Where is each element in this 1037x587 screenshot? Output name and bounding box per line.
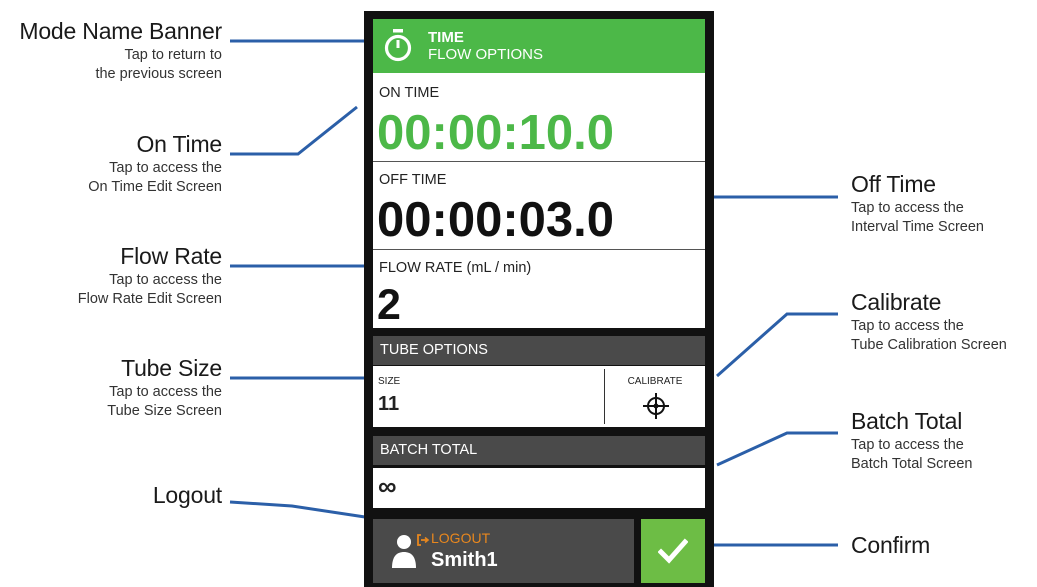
callout-description: Tap to access the On Time Edit Screen bbox=[88, 159, 222, 197]
off-time-label: OFF TIME bbox=[379, 172, 447, 188]
tube-size-field[interactable]: SIZE 11 bbox=[373, 366, 604, 427]
mode-subtitle: FLOW OPTIONS bbox=[428, 46, 544, 63]
flow-rate-value: 2 bbox=[377, 281, 401, 329]
time-settings-panel: ON TIME 00:00:10.0 OFF TIME 00:00:03.0 F… bbox=[373, 73, 705, 328]
on-time-value: 00:00:10.0 bbox=[377, 106, 615, 160]
checkmark-icon bbox=[658, 538, 688, 564]
callout-line: Tube Calibration Screen bbox=[851, 337, 1007, 354]
tube-options-row: SIZE 11 CALIBRATE bbox=[373, 366, 705, 427]
flow-rate-field[interactable]: FLOW RATE (mL / min) 2 bbox=[373, 250, 705, 328]
device-screen: TIME FLOW OPTIONS ON TIME 00:00:10.0 OFF… bbox=[364, 11, 714, 587]
connector-batch-total bbox=[716, 431, 838, 467]
mode-name: TIME bbox=[428, 29, 464, 46]
callout-line: Tap to access the bbox=[851, 200, 964, 217]
callout-line: the previous screen bbox=[95, 66, 222, 83]
callout-description: Tap to access the Tube Calibration Scree… bbox=[851, 317, 1007, 355]
callout-description: Tap to access the Batch Total Screen bbox=[851, 436, 972, 474]
tube-size-label: SIZE bbox=[378, 376, 401, 387]
callout-title: Calibrate bbox=[851, 289, 942, 315]
batch-total-header: BATCH TOTAL bbox=[373, 436, 705, 465]
callout-tube-size: Tube Size Tap to access the Tube Size Sc… bbox=[107, 355, 222, 421]
tube-options-header: TUBE OPTIONS bbox=[373, 336, 705, 365]
callout-line: Flow Rate Edit Screen bbox=[77, 291, 222, 308]
callout-line: Tap to access the bbox=[109, 160, 222, 177]
callout-line: Tap to access the bbox=[851, 318, 964, 335]
callout-title: Mode Name Banner bbox=[19, 18, 222, 44]
calibrate-button[interactable]: CALIBRATE bbox=[605, 366, 705, 427]
logout-button[interactable]: LOGOUT Smith1 bbox=[373, 519, 634, 583]
batch-total-title: BATCH TOTAL bbox=[380, 442, 478, 458]
logout-label: LOGOUT bbox=[431, 530, 491, 546]
off-time-value: 00:00:03.0 bbox=[377, 193, 615, 247]
on-time-field[interactable]: ON TIME 00:00:10.0 bbox=[373, 73, 705, 161]
callout-confirm: Confirm bbox=[851, 532, 931, 558]
callout-line: Tap to access the bbox=[109, 384, 222, 401]
callout-title: Off Time bbox=[851, 171, 936, 197]
callout-calibrate: Calibrate Tap to access the Tube Calibra… bbox=[851, 289, 1007, 355]
callout-off-time: Off Time Tap to access the Interval Time… bbox=[851, 171, 984, 237]
confirm-button[interactable] bbox=[641, 519, 705, 583]
off-time-field[interactable]: OFF TIME 00:00:03.0 bbox=[373, 162, 705, 249]
callout-logout: Logout bbox=[152, 482, 222, 508]
callout-flow-rate: Flow Rate Tap to access the Flow Rate Ed… bbox=[78, 243, 222, 309]
callout-on-time: On Time Tap to access the On Time Edit S… bbox=[88, 131, 222, 197]
callout-title: Flow Rate bbox=[120, 243, 222, 269]
callout-title: On Time bbox=[136, 131, 222, 157]
tube-size-value: 11 bbox=[378, 393, 400, 415]
connector-on-time bbox=[230, 105, 358, 156]
callout-line: Batch Total Screen bbox=[851, 456, 973, 473]
callout-title: Batch Total bbox=[851, 408, 963, 434]
callout-description: Tap to return to the previous screen bbox=[19, 46, 222, 84]
connector-calibrate bbox=[716, 312, 838, 378]
callout-title: Tube Size bbox=[121, 355, 222, 381]
callout-batch-total: Batch Total Tap to access the Batch Tota… bbox=[851, 408, 972, 474]
tube-options-title: TUBE OPTIONS bbox=[380, 342, 488, 358]
calibrate-label: CALIBRATE bbox=[627, 376, 683, 387]
connector-logout bbox=[229, 500, 366, 519]
callout-line: Tube Size Screen bbox=[107, 403, 222, 420]
mode-name-banner[interactable]: TIME FLOW OPTIONS bbox=[373, 19, 705, 73]
batch-total-value: ∞ bbox=[378, 471, 397, 501]
callout-title: Logout bbox=[152, 482, 222, 508]
flow-rate-label: FLOW RATE (mL / min) bbox=[379, 260, 532, 276]
callout-line: Tap to access the bbox=[851, 437, 964, 454]
callout-line: Tap to access the bbox=[109, 272, 222, 289]
stopwatch-icon bbox=[384, 29, 412, 62]
callout-mode-banner: Mode Name Banner Tap to return to the pr… bbox=[19, 18, 222, 84]
callout-line: On Time Edit Screen bbox=[88, 179, 222, 196]
callout-line: Interval Time Screen bbox=[851, 219, 984, 236]
callout-description: Tap to access the Interval Time Screen bbox=[851, 199, 984, 237]
username: Smith1 bbox=[431, 549, 498, 571]
callout-title: Confirm bbox=[851, 532, 931, 558]
callout-line: Tap to return to bbox=[124, 47, 222, 64]
crosshair-icon bbox=[643, 393, 669, 419]
batch-total-field[interactable]: ∞ bbox=[373, 468, 705, 508]
callout-description: Tap to access the Tube Size Screen bbox=[107, 383, 222, 421]
on-time-label: ON TIME bbox=[379, 85, 440, 101]
callout-description: Tap to access the Flow Rate Edit Screen bbox=[78, 271, 222, 309]
user-logout-icon bbox=[392, 534, 430, 568]
